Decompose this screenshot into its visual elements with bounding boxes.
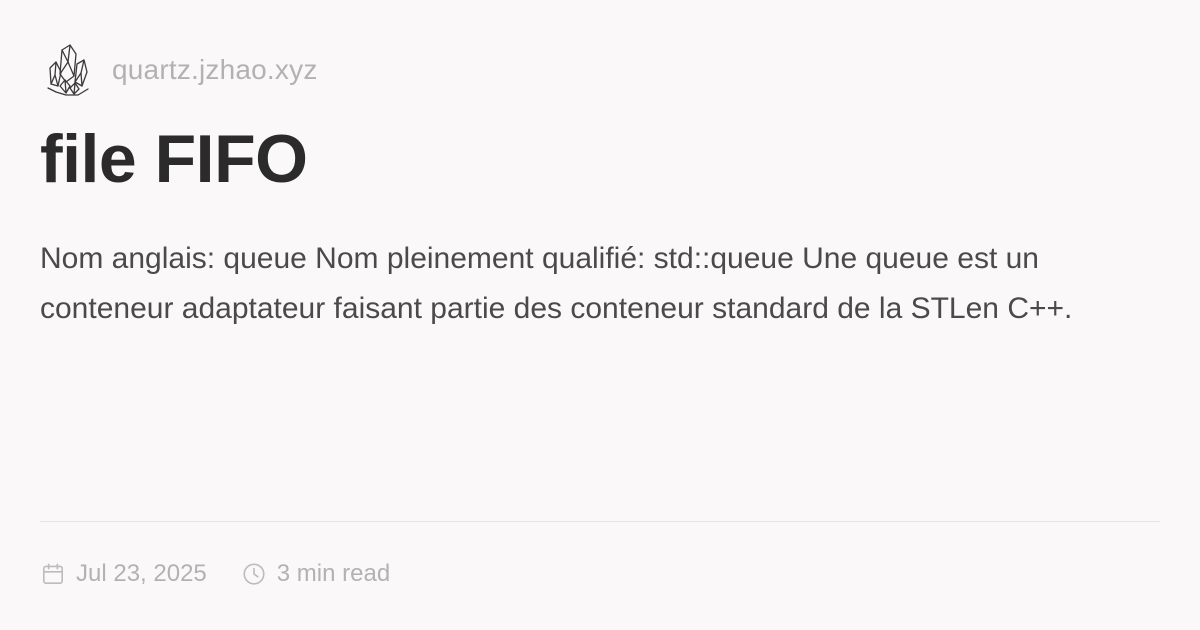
crystal-cluster-icon: [47, 44, 89, 96]
reading-time-text: 3 min read: [276, 560, 391, 587]
site-name[interactable]: quartz.jzhao.xyz: [112, 54, 318, 86]
page-title: file FIFO: [40, 121, 308, 197]
reading-time: 3 min read: [241, 560, 390, 588]
page-meta: Jul 23, 2025 3 min read: [40, 556, 390, 592]
publish-date: Jul 23, 2025: [40, 560, 207, 588]
og-preview-card: quartz.jzhao.xyz file FIFO Nom anglais: …: [0, 0, 1200, 630]
clock-icon: [243, 563, 265, 585]
page-description: Nom anglais: queue Nom pleinement qualif…: [40, 242, 1073, 325]
calendar-icon: [42, 563, 64, 585]
site-header: quartz.jzhao.xyz: [44, 40, 318, 100]
publish-date-text: Jul 23, 2025: [76, 560, 207, 587]
divider: [40, 521, 1160, 522]
